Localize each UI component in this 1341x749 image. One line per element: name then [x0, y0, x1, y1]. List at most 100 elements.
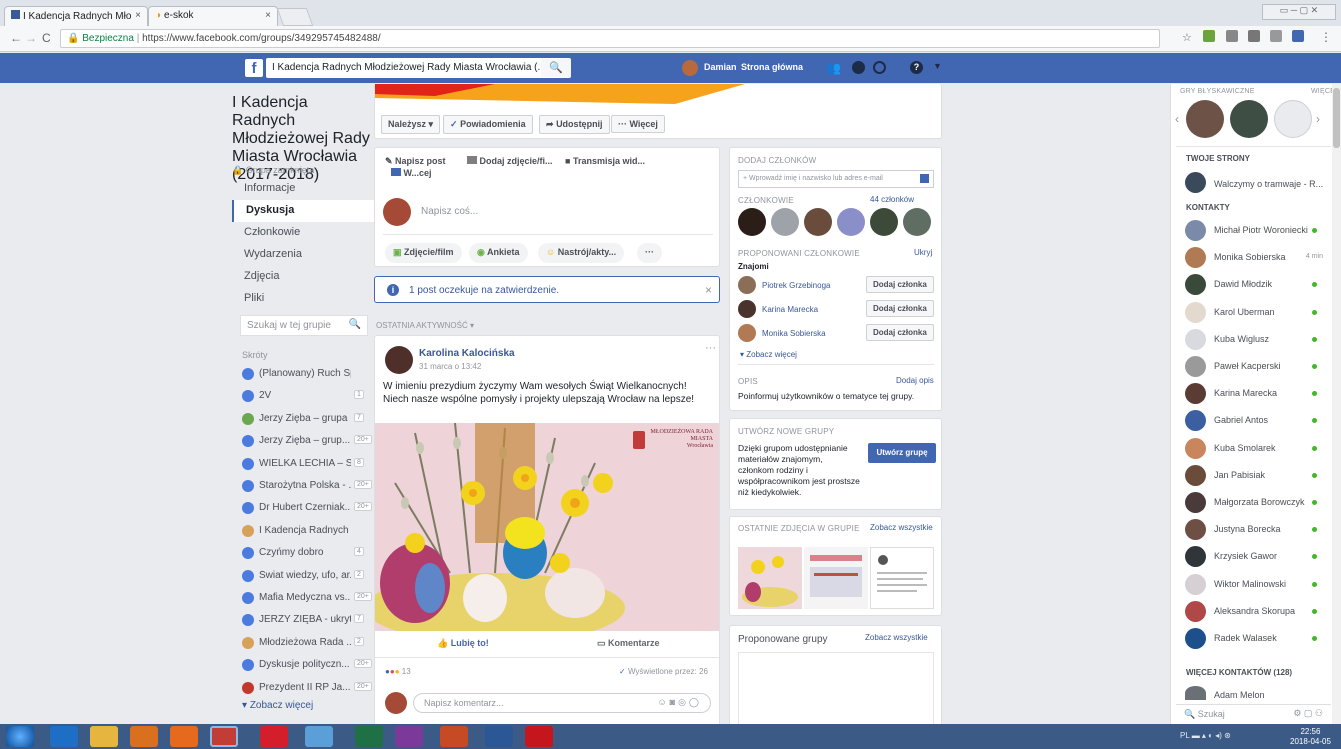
contact-item[interactable]: Michał Piotr Woroniecki	[1176, 218, 1331, 244]
avatar[interactable]	[1185, 686, 1206, 700]
feed-header[interactable]: OSTATNIA AKTYWNOŚĆ ▾	[376, 321, 474, 330]
extension-icon[interactable]	[1226, 30, 1238, 42]
shortcut-item[interactable]: Dr Hubert Czerniak... 20+	[232, 499, 372, 519]
post-timestamp[interactable]: 31 marca o 13:42	[419, 362, 481, 371]
recent-photo[interactable]	[870, 547, 934, 609]
app-icon[interactable]	[305, 726, 333, 747]
account-menu-icon[interactable]: ▼	[933, 61, 942, 71]
chevron-left-icon[interactable]: ‹	[1175, 112, 1179, 126]
contact-item[interactable]: Małgorzata Borowczyk	[1176, 490, 1331, 516]
comment-input[interactable]: Napisz komentarz... ☺◙◎◯	[413, 693, 711, 713]
shortcut-item[interactable]: 2V 1	[232, 387, 372, 407]
powerpoint-icon[interactable]	[440, 726, 468, 747]
nav-wydarzenia[interactable]: Wydarzenia	[232, 244, 374, 266]
chrome-icon[interactable]	[210, 726, 238, 747]
joined-button[interactable]: Należysz ▾	[381, 115, 441, 134]
contact-item[interactable]: Kuba Wiglusz	[1176, 327, 1331, 353]
extension-icon[interactable]	[1270, 30, 1282, 42]
avatar[interactable]	[738, 276, 756, 294]
shortcut-item[interactable]: I Kadencja Radnych Mł...	[232, 522, 372, 542]
contact-item[interactable]: Monika Sobierska 4 min	[1176, 245, 1331, 271]
avatar[interactable]	[738, 324, 756, 342]
address-bar[interactable]: 🔒 Bezpieczna | https://www.facebook.com/…	[60, 29, 1160, 48]
shortcut-item[interactable]: Dyskusje polityczn... 20+	[232, 656, 372, 676]
window-controls[interactable]: ▭ ─ ▢ ✕	[1262, 4, 1336, 20]
more-button[interactable]: ··· Więcej	[611, 115, 665, 133]
contact-item[interactable]: Dawid Młodzik	[1176, 272, 1331, 298]
contact-item[interactable]: Karol Uberman	[1176, 300, 1331, 326]
composer-poll-option[interactable]: ◉ Ankieta	[469, 243, 528, 263]
composer-feeling-option[interactable]: ☺ Nastrój/akty...	[538, 243, 625, 263]
avatar[interactable]	[385, 346, 413, 374]
new-tab-button[interactable]	[276, 8, 314, 26]
back-icon[interactable]: ←	[10, 31, 22, 45]
see-more-members[interactable]: ▾ Zobacz więcej	[740, 350, 797, 359]
search-icon[interactable]: 🔍	[541, 59, 571, 77]
menu-kebab-icon[interactable]: ⋮	[1320, 30, 1332, 44]
contact-item[interactable]: Kuba Smolarek	[1176, 436, 1331, 462]
seen-by[interactable]: ✓ Wyświetlone przez: 26	[619, 667, 708, 676]
notifications-button[interactable]: ✓ Powiadomienia	[443, 115, 533, 134]
page-avatar[interactable]	[1185, 172, 1206, 193]
shortcut-item[interactable]: Prezydent II RP Ja... 20+	[232, 679, 372, 699]
file-explorer-icon[interactable]	[90, 726, 118, 747]
facebook-search-input[interactable]: I Kadencja Radnych Młodzieżowej Rady Mia…	[266, 58, 571, 78]
contact-item[interactable]: Gabriel Antos	[1176, 408, 1331, 434]
close-icon[interactable]: ×	[705, 283, 712, 297]
home-link[interactable]: Strona główna	[741, 62, 803, 72]
suggested-group-tile[interactable]	[738, 652, 934, 726]
reactions-summary[interactable]: ●●● 13	[385, 667, 411, 676]
contact-item[interactable]: Karina Marecka	[1176, 381, 1331, 407]
composer-more-option[interactable]: ···	[637, 243, 662, 263]
contact-name[interactable]: Adam Melon	[1214, 690, 1265, 700]
avatar[interactable]	[903, 208, 931, 236]
composer-tab-photo[interactable]: Dodaj zdjęcie/fi...	[467, 156, 553, 166]
shortcut-item[interactable]: Świat wiedzy, ufo, ar... 2	[232, 567, 372, 587]
recent-photo[interactable]	[804, 547, 868, 609]
forward-icon[interactable]: →	[25, 31, 37, 45]
messages-icon[interactable]	[852, 61, 865, 74]
composer-input[interactable]: Napisz coś...	[421, 206, 478, 217]
shortcut-item[interactable]: Czyńmy dobro 4	[232, 544, 372, 564]
contact-item[interactable]: Wiktor Malinowski	[1176, 572, 1331, 598]
avatar[interactable]	[804, 208, 832, 236]
game-icon[interactable]	[1230, 100, 1268, 138]
avatar[interactable]	[682, 60, 698, 76]
nav-czlonkowie[interactable]: Członkowie	[232, 222, 374, 244]
avatar[interactable]	[870, 208, 898, 236]
add-member-input[interactable]: + Wprowadź imię i nazwisko lub adres e-m…	[738, 170, 934, 188]
contact-item[interactable]: Radek Walasek	[1176, 626, 1331, 652]
pending-posts-banner[interactable]: i 1 post oczekuje na zatwierdzenie. ×	[374, 276, 720, 303]
avatar[interactable]	[771, 208, 799, 236]
like-button[interactable]: 👍 Lubię to!	[437, 638, 489, 649]
chevron-right-icon[interactable]: ›	[1316, 112, 1320, 126]
contact-item[interactable]: Jan Pabisiak	[1176, 463, 1331, 489]
shortcut-item[interactable]: Starożytna Polska - ... 20+	[232, 477, 372, 497]
extension-icon[interactable]	[1248, 30, 1260, 42]
member-name[interactable]: Karina Marecka	[762, 305, 818, 314]
hide-link[interactable]: Ukryj	[914, 248, 932, 257]
shortcut-item[interactable]: Jerzy Zięba – grupa ... 7	[232, 410, 372, 430]
comment-button[interactable]: ▭ Komentarze	[597, 638, 660, 649]
extension-icon[interactable]	[1292, 30, 1304, 42]
page-item[interactable]: Walczymy o tramwaje - R...	[1214, 179, 1323, 189]
media-player-icon[interactable]	[130, 726, 158, 747]
notifications-icon[interactable]	[873, 61, 886, 74]
reload-icon[interactable]: C	[42, 31, 51, 45]
excel-icon[interactable]	[355, 726, 383, 747]
shortcut-item[interactable]: Młodzieżowa Rada ... 2	[232, 634, 372, 654]
shortcut-item[interactable]: (Planowany) Ruch Społ...	[232, 365, 372, 385]
shortcut-item[interactable]: Jerzy Zięba – grup... 20+	[232, 432, 372, 452]
firefox-icon[interactable]	[170, 726, 198, 747]
tray-icons[interactable]: PL ▬ ▴ ◐ ◂) ⊛	[1180, 731, 1231, 740]
contact-item[interactable]: Krzysiek Gawor	[1176, 544, 1331, 570]
start-button-icon[interactable]	[6, 726, 34, 747]
game-icon[interactable]	[1274, 100, 1312, 138]
close-tab-icon[interactable]: ×	[265, 10, 271, 21]
members-count[interactable]: 44 członków	[870, 195, 914, 204]
game-icon[interactable]	[1186, 100, 1224, 138]
word-icon[interactable]	[485, 726, 513, 747]
opera-icon[interactable]	[260, 726, 288, 747]
add-description-link[interactable]: Dodaj opis	[896, 376, 934, 385]
facebook-logo-icon[interactable]: f	[245, 59, 263, 77]
